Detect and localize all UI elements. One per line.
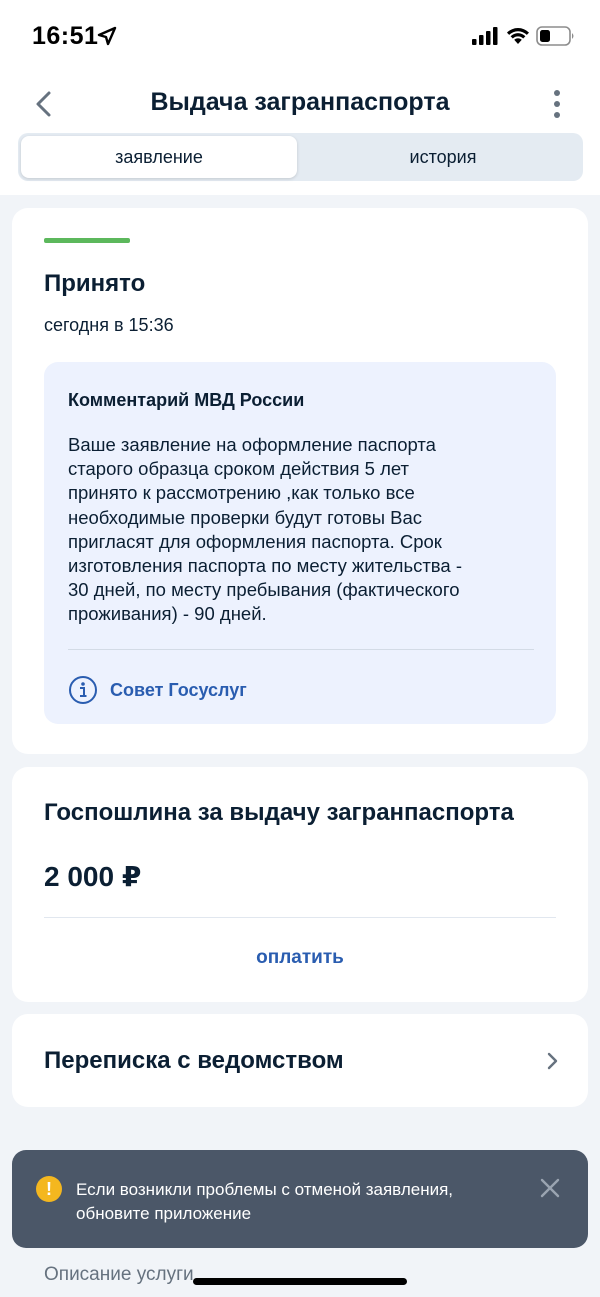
fee-title: Госпошлина за выдачу загранпаспорта [44, 799, 514, 826]
location-arrow-icon [97, 26, 117, 46]
status-timestamp: сегодня в 15:36 [44, 315, 174, 335]
comment-line: пригласят для оформления паспорта. Срок [68, 530, 442, 552]
status-time: 16:51 [32, 22, 99, 50]
comment-text: Ваше заявление на оформление паспорта ст… [68, 433, 538, 627]
ministry-comment-box: Комментарий МВД России Ваше заявление на… [44, 362, 556, 724]
divider [68, 649, 534, 650]
notification-toast: ! Если возникли проблемы с отменой заявл… [12, 1150, 588, 1248]
pay-button[interactable]: оплатить [12, 947, 588, 969]
warning-icon: ! [36, 1176, 62, 1202]
application-status-card: Принято сегодня в 15:36 Комментарий МВД … [12, 208, 588, 754]
tab-application[interactable]: заявление [21, 136, 297, 178]
info-icon [69, 676, 97, 704]
cellular-signal-icon [472, 27, 498, 45]
page-title: Выдача загранпаспорта [150, 88, 450, 116]
more-vertical-icon[interactable] [540, 84, 574, 124]
comment-line: Ваше заявление на оформление паспорта [68, 434, 436, 455]
comment-line: изготовления паспорта по месту жительств… [68, 555, 463, 577]
comment-line: старого образца сроком действия 5 лет [68, 458, 410, 480]
correspondence-title: Переписка с ведомством [44, 1047, 344, 1074]
chevron-right-icon [547, 1052, 558, 1070]
home-indicator [193, 1278, 407, 1285]
comment-title: Комментарий МВД России [68, 390, 305, 410]
tab-switcher: заявление история [18, 133, 583, 181]
service-description-link[interactable]: Описание услуги [44, 1264, 194, 1286]
comment-line: 30 дней, по месту пребывания (фактическо… [68, 579, 460, 601]
gosuslugi-advice-link[interactable]: Совет Госуслуг [68, 674, 247, 706]
state-fee-card: Госпошлина за выдачу загранпаспорта 2 00… [12, 767, 588, 1002]
battery-icon [536, 26, 574, 46]
fee-amount: 2 000 ₽ [44, 861, 142, 892]
toast-line: Если возникли проблемы с отменой заявлен… [76, 1180, 454, 1199]
status-indicator-bar [44, 238, 130, 243]
status-bar: 16:51 [0, 0, 600, 70]
comment-line: необходимые проверки будут готовы Вас [68, 506, 423, 528]
comment-line: проживания) - 90 дней. [68, 603, 267, 625]
app-header: Выдача загранпаспорта заявление история [0, 70, 600, 195]
divider [44, 917, 556, 918]
tab-history[interactable]: история [305, 136, 581, 178]
toast-message: Если возникли проблемы с отменой заявлен… [76, 1178, 506, 1226]
comment-line: принято к рассмотрению ,как только все [68, 482, 415, 504]
agency-correspondence-card[interactable]: Переписка с ведомством [12, 1014, 588, 1107]
close-icon[interactable] [538, 1176, 562, 1200]
advice-label: Совет Госуслуг [110, 679, 247, 700]
status-title: Принято [44, 270, 146, 297]
toast-line: обновите приложение [76, 1204, 252, 1223]
wifi-icon [507, 28, 529, 44]
